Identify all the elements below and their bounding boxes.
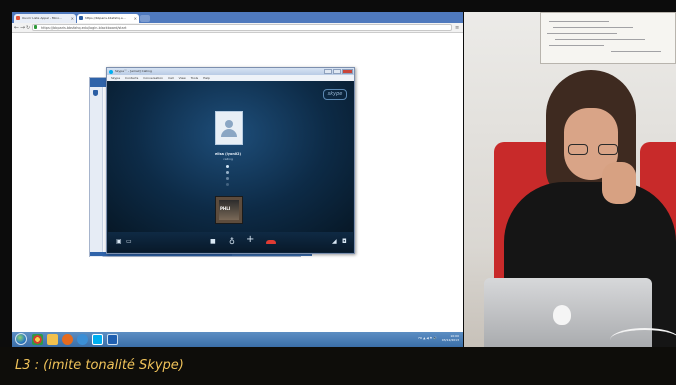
menu-item-help[interactable]: Help (203, 76, 210, 80)
chat-icon[interactable]: ▭ (126, 238, 132, 246)
skype-titlebar: Skype™ - [email] Calling (107, 68, 354, 75)
microphone-icon[interactable]: ♁ (229, 238, 235, 246)
forward-icon[interactable]: → (20, 24, 25, 32)
hang-up-icon[interactable] (266, 240, 276, 244)
ie-icon[interactable] (77, 334, 88, 345)
menu-item-call[interactable]: Call (168, 76, 174, 80)
handwriting-line (547, 33, 617, 34)
clock-date: 03/12/2013 (441, 338, 459, 342)
screen-capture: Ouvrir Liste Appel - Mino… ✕ https://bbp… (12, 12, 463, 347)
menu-item-tools[interactable]: Tools (191, 76, 198, 80)
call-controls: ▣ ▭ ■ ♁ + ◢ ◘ (108, 232, 353, 252)
call-stage: skype elisa (lyon02) calling PHLI (108, 81, 353, 232)
chrome-icon[interactable] (32, 334, 43, 345)
calling-dot (226, 165, 229, 168)
glasses (568, 144, 618, 156)
reload-icon[interactable]: ↻ (26, 24, 30, 32)
webcam-video (464, 12, 676, 347)
url-text: https://bbparis.bbsfahq.edu/login-blackb… (41, 26, 127, 30)
calling-dot (226, 177, 229, 180)
avatar-head-shape (225, 120, 233, 128)
contact-avatar (215, 111, 243, 145)
browser-tab-2[interactable]: https://bbparis.bbsfahq.a… ✕ (77, 14, 139, 23)
back-icon[interactable]: ← (14, 24, 19, 32)
calling-dot (226, 183, 229, 186)
self-video-preview: PHLI (215, 196, 243, 224)
new-tab-button[interactable] (140, 15, 150, 22)
browser-tab-icon (16, 16, 20, 20)
windows-taskbar: FR ▲ ◀ ⚑ 🔊 10:00 03/12/2013 (12, 332, 463, 347)
whiteboard (540, 12, 676, 64)
browser-tab-label: Ouvrir Liste Appel - Mino… (22, 16, 63, 20)
maximize-button[interactable] (333, 69, 341, 74)
window-controls (324, 69, 353, 74)
settings-icon[interactable]: ◘ (342, 238, 347, 246)
glasses-lens (568, 144, 588, 155)
glasses-lens (598, 144, 618, 155)
skype-call-window: Skype™ - [email] Calling Skype Contacts … (106, 67, 355, 254)
shield-icon (93, 90, 98, 96)
handwriting-line (549, 21, 609, 22)
dialpad-icon[interactable]: ▣ (116, 238, 122, 246)
menu-item-skype[interactable]: Skype (111, 76, 120, 80)
handwriting-line (555, 39, 645, 40)
cable (610, 328, 676, 347)
calling-dot (226, 171, 229, 174)
menu-item-conversation[interactable]: Conversation (143, 76, 163, 80)
folder-icon[interactable] (47, 334, 58, 345)
background-status-line (232, 254, 312, 256)
minimize-button[interactable] (324, 69, 332, 74)
start-orb-icon[interactable] (15, 333, 27, 345)
background-window-sidebar (90, 87, 103, 257)
browser-tab-icon (79, 16, 83, 20)
skype-window-title: Skype™ - [email] Calling (115, 69, 152, 73)
browser-tab-1[interactable]: Ouvrir Liste Appel - Mino… ✕ (14, 14, 76, 23)
media-icon[interactable] (62, 334, 73, 345)
handwriting-line (553, 27, 633, 28)
system-tray[interactable]: FR ▲ ◀ ⚑ 🔊 (418, 336, 437, 340)
browser-tab-bar: Ouvrir Liste Appel - Mino… ✕ https://bbp… (12, 12, 463, 23)
call-status: calling (223, 157, 233, 161)
close-tab-icon[interactable]: ✕ (71, 14, 74, 23)
add-icon[interactable]: + (246, 235, 254, 245)
menu-icon[interactable]: ≡ (455, 25, 459, 31)
handwriting-line (549, 45, 604, 46)
browser-tab-label: https://bbparis.bbsfahq.a… (85, 16, 126, 20)
outlook-icon[interactable] (107, 334, 118, 345)
close-button[interactable] (342, 69, 353, 74)
subtitle-text: L3 : (imite tonalité Skype) (15, 358, 184, 373)
browser-address-bar: ← → ↻ https://bbparis.bbsfahq.edu/login-… (12, 23, 463, 33)
skype-icon[interactable] (92, 334, 103, 345)
skype-brand-logo: skype (323, 89, 347, 100)
url-input[interactable]: https://bbparis.bbsfahq.edu/login-blackb… (32, 24, 452, 31)
lock-icon (34, 25, 37, 29)
avatar-body-shape (221, 129, 237, 137)
contact-name: elisa (lyon02) (214, 152, 242, 156)
person-hand (602, 162, 636, 204)
menu-item-contacts[interactable]: Contacts (125, 76, 138, 80)
menu-item-view[interactable]: View (179, 76, 186, 80)
apple-logo-icon (553, 305, 571, 325)
signal-icon: ◢ (332, 238, 337, 245)
subtitle-bar: L3 : (imite tonalité Skype) (0, 347, 676, 385)
close-tab-icon[interactable]: ✕ (134, 14, 137, 23)
video-icon[interactable]: ■ (210, 238, 216, 246)
system-clock[interactable]: 10:00 03/12/2013 (442, 334, 459, 342)
skype-logo-icon (109, 69, 113, 74)
preview-label: PHLI (220, 206, 231, 211)
handwriting-line (611, 51, 661, 52)
